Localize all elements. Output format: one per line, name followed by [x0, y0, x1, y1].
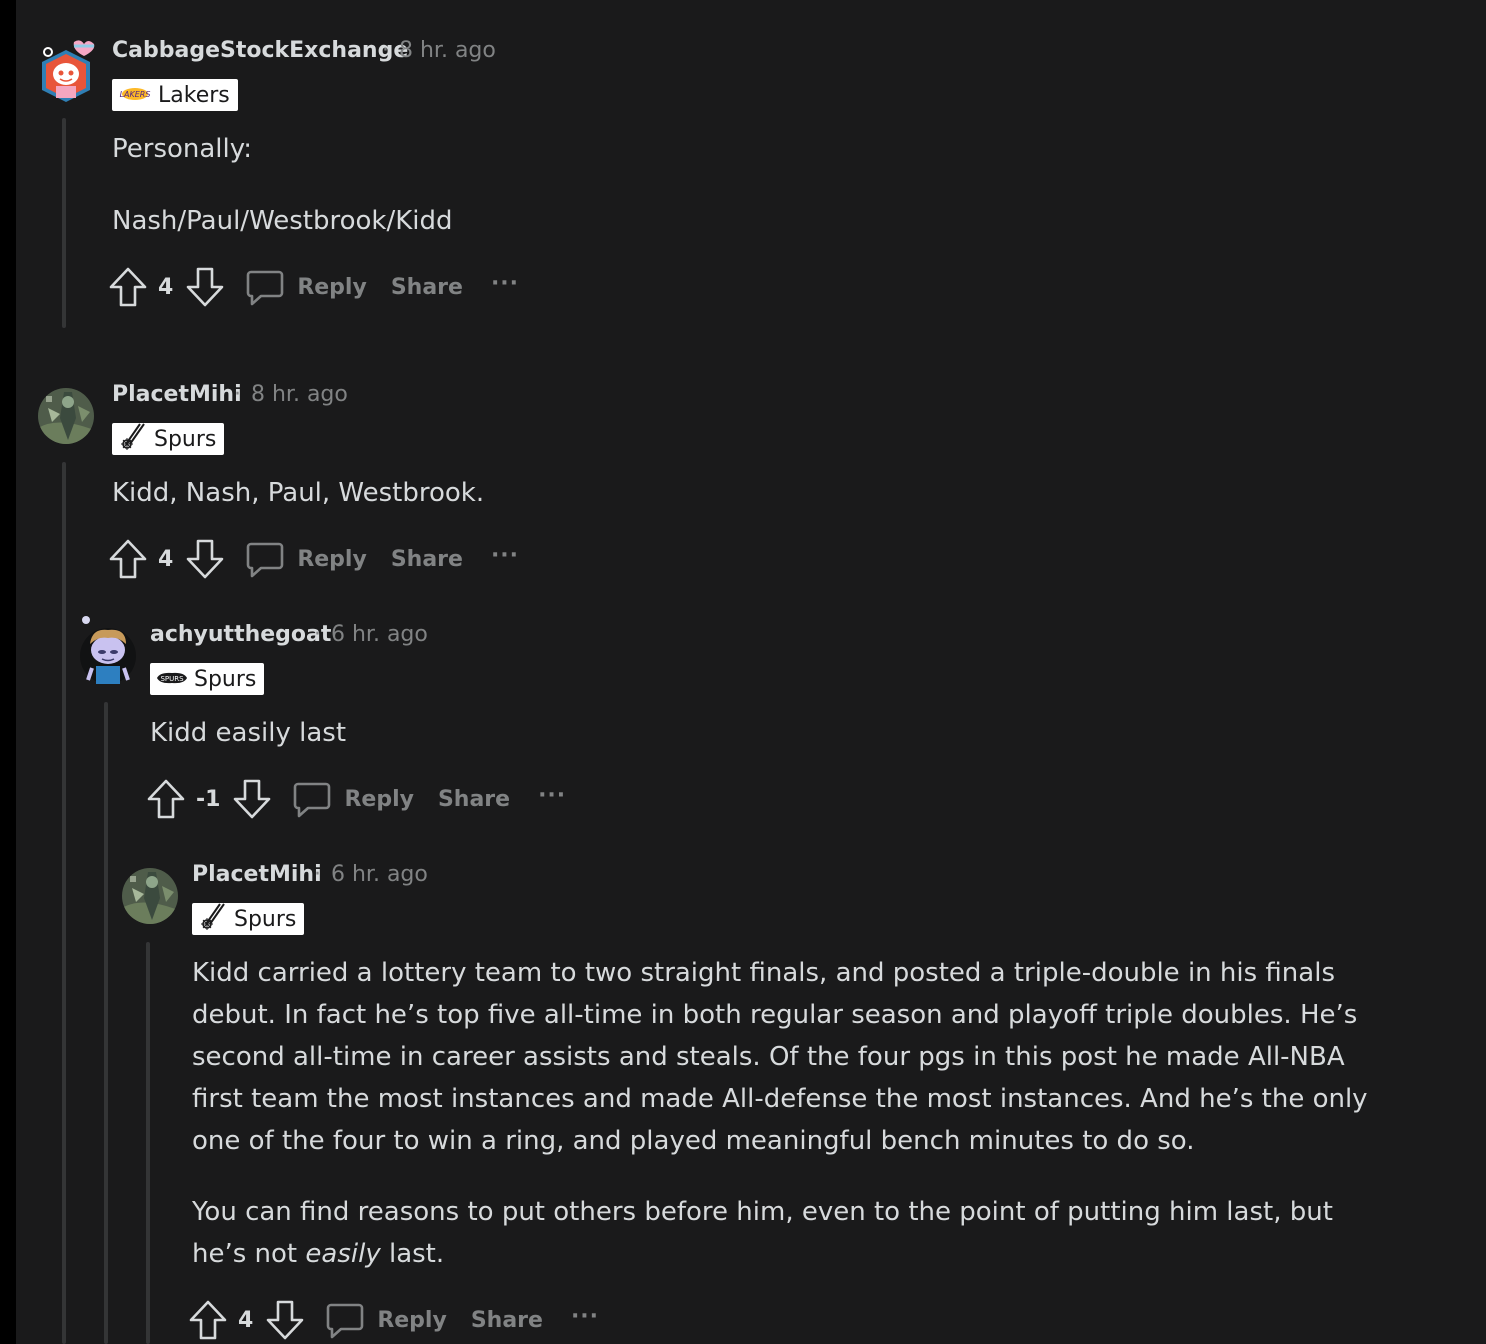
flair-text: Lakers — [158, 82, 230, 108]
separator-dot: · — [382, 38, 389, 63]
downvote-icon[interactable] — [265, 1299, 305, 1341]
reply-label: Reply — [377, 1307, 447, 1333]
more-options-button[interactable]: ··· — [491, 271, 519, 296]
username[interactable]: PlacetMihi — [192, 862, 322, 887]
reply-button[interactable]: Reply — [245, 267, 367, 307]
thread-line[interactable] — [62, 118, 66, 328]
comment-body: Kidd, Nash, Paul, Westbrook. — [112, 472, 1312, 514]
comment-icon — [292, 779, 332, 819]
comment-body: Kidd carried a lottery team to two strai… — [192, 952, 1382, 1275]
user-flair: SPURS Spurs — [150, 663, 265, 695]
spurs-wordmark-icon: SPURS — [156, 667, 188, 692]
comment-body: Personally: Nash/Paul/Westbrook/Kidd — [112, 128, 1312, 242]
comment-paragraph: Kidd, Nash, Paul, Westbrook. — [112, 478, 485, 508]
user-flair: Spurs — [112, 422, 225, 456]
username[interactable]: achyutthegoat — [150, 622, 331, 647]
reply-button[interactable]: Reply — [325, 1300, 447, 1340]
comment-icon — [245, 539, 285, 579]
timestamp[interactable]: 6 hr. ago — [331, 622, 428, 647]
avatar[interactable] — [36, 40, 96, 104]
thread-line[interactable] — [62, 462, 66, 1344]
separator-dot: · — [234, 382, 241, 407]
upvote-icon[interactable] — [108, 266, 148, 308]
reply-label: Reply — [297, 274, 367, 300]
upvote-icon[interactable] — [146, 778, 186, 820]
upvote-icon[interactable] — [108, 538, 148, 580]
vote-score: 4 — [158, 546, 174, 572]
comment-actions: 4 Reply Share ··· — [188, 1298, 599, 1342]
flair-text: Spurs — [234, 906, 297, 932]
comment-actions: 4 Reply Share ··· — [108, 265, 519, 309]
comment-icon — [245, 267, 285, 307]
thread-line[interactable] — [146, 942, 150, 1344]
comment-paragraph: Nash/Paul/Westbrook/Kidd — [112, 206, 453, 236]
user-flair: Spurs — [192, 902, 305, 936]
share-button[interactable]: Share — [391, 275, 463, 300]
reply-button[interactable]: Reply — [245, 539, 367, 579]
flair-text: Spurs — [194, 666, 257, 692]
reply-label: Reply — [344, 786, 414, 812]
separator-dot: · — [314, 622, 321, 647]
reply-button[interactable]: Reply — [292, 779, 414, 819]
snoo-avatar-icon — [42, 40, 95, 102]
more-options-button[interactable]: ··· — [538, 783, 566, 808]
comments-panel: CabbageStockExchange · 8 hr. ago LAKERS … — [16, 0, 1486, 1344]
avatar[interactable] — [38, 388, 94, 444]
upvote-icon[interactable] — [188, 1299, 228, 1341]
user-flair: LAKERS Lakers — [112, 79, 238, 111]
comment-icon — [325, 1300, 365, 1340]
timestamp[interactable]: 6 hr. ago — [331, 862, 428, 887]
flair-text: Spurs — [154, 426, 217, 452]
comment-body: Kidd easily last — [150, 712, 1350, 754]
timestamp[interactable]: 8 hr. ago — [251, 382, 348, 407]
spurs-spur-icon — [118, 422, 148, 456]
spurs-spur-icon — [198, 902, 228, 936]
comment-paragraph: Kidd easily last — [150, 718, 347, 748]
separator-dot: · — [314, 862, 321, 887]
avatar-image-icon — [38, 388, 94, 444]
avatar[interactable] — [78, 614, 138, 686]
vote-score: -1 — [196, 786, 221, 812]
share-button[interactable]: Share — [438, 787, 510, 812]
share-button[interactable]: Share — [471, 1308, 543, 1333]
emphasis-text: easily — [305, 1239, 381, 1269]
thread-line[interactable] — [104, 702, 108, 1344]
timestamp[interactable]: 8 hr. ago — [399, 38, 496, 63]
more-options-button[interactable]: ··· — [571, 1304, 599, 1329]
vote-score: 4 — [158, 274, 174, 300]
share-button[interactable]: Share — [391, 547, 463, 572]
reply-label: Reply — [297, 546, 367, 572]
paragraph-text: last. — [380, 1239, 445, 1269]
username[interactable]: CabbageStockExchange — [112, 38, 408, 63]
snoo-avatar-icon — [80, 616, 136, 684]
comment-paragraph: Kidd carried a lottery team to two strai… — [192, 958, 1368, 1156]
svg-text:SPURS: SPURS — [160, 675, 184, 683]
comment-paragraph: You can find reasons to put others befor… — [192, 1191, 1382, 1275]
lakers-logo-icon: LAKERS — [118, 83, 152, 108]
more-options-button[interactable]: ··· — [491, 543, 519, 568]
avatar-image-icon — [122, 868, 178, 924]
svg-text:LAKERS: LAKERS — [120, 90, 151, 99]
downvote-icon[interactable] — [185, 538, 225, 580]
username[interactable]: PlacetMihi — [112, 382, 242, 407]
comment-actions: -1 Reply Share ··· — [146, 777, 566, 821]
downvote-icon[interactable] — [185, 266, 225, 308]
comment-paragraph: Personally: — [112, 134, 253, 164]
avatar[interactable] — [122, 868, 178, 924]
vote-score: 4 — [238, 1307, 254, 1333]
downvote-icon[interactable] — [232, 778, 272, 820]
comment-actions: 4 Reply Share ··· — [108, 537, 519, 581]
